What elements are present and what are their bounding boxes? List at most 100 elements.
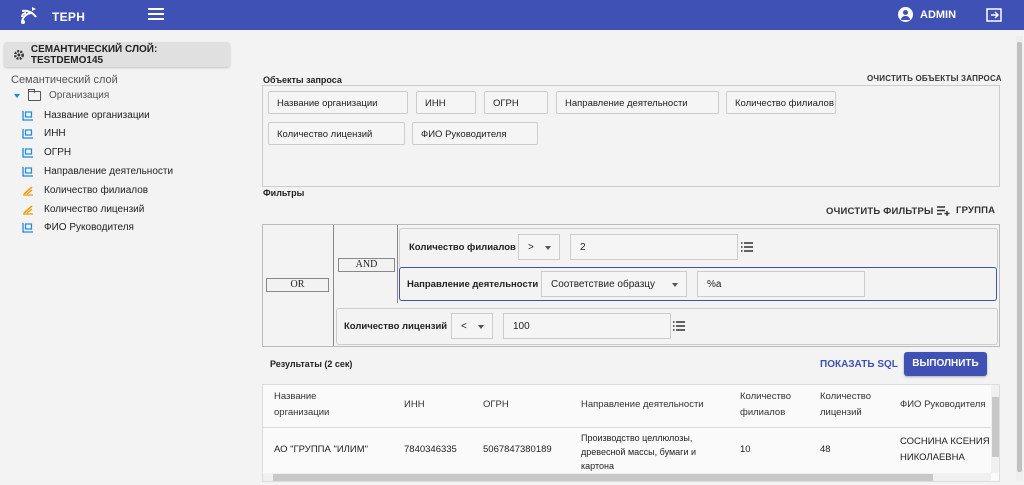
operator-select[interactable]: Соответствие образцу [541,271,687,297]
tree-item-activity[interactable]: Направление деятельности [22,166,173,177]
operator-value: > [528,242,534,253]
results-table: Название организации ИНН ОГРН Направлени… [262,384,1000,482]
filters-title: Фильтры [263,188,305,198]
or-operator[interactable]: OR [266,278,329,292]
account-icon [898,7,913,22]
gear-icon [13,49,24,60]
tree-item-label: ОГРН [44,147,72,158]
column-header[interactable]: ОГРН [483,397,509,413]
object-chip[interactable]: Количество лицензий [268,122,405,145]
run-button[interactable]: ВЫПОЛНИТЬ [904,352,987,376]
filter-field: Количество филиалов [409,242,516,253]
dropdown-arrow-icon [545,246,551,250]
tree-title: Семантический слой [11,74,118,86]
table-cell: 5067847380189 [483,444,552,455]
operator-select[interactable]: > [518,234,560,260]
filter-value-input[interactable]: 100 [503,313,671,339]
object-chip[interactable]: Название организации [268,91,408,114]
object-chip[interactable]: ФИО Руководителя [412,122,538,145]
column-header[interactable]: Направление деятельности [581,397,704,413]
clear-filters-button[interactable]: ОЧИСТИТЬ ФИЛЬТРЫ [826,206,934,217]
filters-area: OR AND Количество филиалов > 2 Направлен… [262,224,1000,347]
tree-root-item[interactable]: Организация [14,88,110,101]
clear-objects-button[interactable]: ОЧИСТИТЬ ОБЪЕКТЫ ЗАПРОСА [867,74,1002,83]
objects-title: Объекты запроса [263,75,342,85]
tree-item-org-name[interactable]: Название организации [22,110,150,121]
dimension-icon [22,223,33,233]
filter-value-input[interactable]: %а [697,271,865,297]
semantic-layer-button[interactable]: СЕМАНТИЧЕСКИЙ СЛОЙ: TESTDEMO145 [4,42,230,67]
column-header[interactable]: Название организации [274,389,364,421]
tree-root-label: Организация [49,90,110,101]
row-divider [263,427,993,428]
column-header[interactable]: Количество лицензий [820,389,885,421]
table-vertical-scrollbar[interactable] [991,385,999,473]
table-cell: СОСНИНА КСЕНИЯ НИКОЛАЕВНА [900,436,990,463]
add-group-label: ГРУППА [956,205,996,216]
hamburger-icon[interactable] [148,8,164,22]
measure-icon [23,205,33,215]
table-cell: 7840346335 [404,444,457,455]
tree-item-label: ИНН [44,128,66,139]
dimension-icon [22,148,33,158]
tree-item-label: Название организации [44,110,150,121]
measure-icon [23,186,33,196]
object-chip[interactable]: ИНН [416,91,476,114]
filter-field: Количество лицензий [344,321,448,332]
brand-name: ТЕРН [52,10,86,24]
tree-item-licenses[interactable]: Количество лицензий [22,204,144,215]
group-divider [333,225,334,346]
tree-item-label: Количество филиалов [44,185,149,196]
tree-item-label: Количество лицензий [44,204,145,215]
list-icon[interactable] [741,242,753,252]
tree-item-director[interactable]: ФИО Руководителя [22,222,134,233]
filter-row: Количество лицензий < 100 [336,308,998,345]
scroll-thumb[interactable] [273,474,933,481]
object-chip[interactable]: Количество филиалов [726,91,836,114]
table-cell: АО "ГРУППА "ИЛИМ" [274,444,369,455]
top-app-bar: ТЕРН ADMIN [0,0,1024,30]
tree-item-label: Направление деятельности [44,166,174,177]
scroll-thumb[interactable] [992,397,999,457]
tree-item-label: ФИО Руководителя [44,222,134,233]
object-chip[interactable]: ОГРН [484,91,548,114]
dimension-icon [22,129,33,139]
playlist-add-icon [937,205,950,216]
tree-item-branches[interactable]: Количество филиалов [22,185,148,196]
operator-value: Соответствие образцу [551,279,656,290]
show-sql-button[interactable]: ПОКАЗАТЬ SQL [820,359,898,370]
expand-caret-icon[interactable] [14,93,20,98]
operator-value: < [461,321,467,332]
filter-row-active: Направление деятельности Соответствие об… [399,267,997,301]
filter-field: Направление деятельности [407,279,539,290]
column-header[interactable]: Количество филиалов [740,389,805,421]
tree-item-inn[interactable]: ИНН [22,128,66,139]
column-header[interactable]: ФИО Руководителя [900,397,985,413]
table-cell: 48 [820,444,831,455]
logo-icon [21,7,37,24]
user-menu[interactable]: ADMIN [898,7,956,22]
filter-value-input[interactable]: 2 [570,234,738,260]
folder-icon [28,88,41,101]
table-cell: 10 [740,444,751,455]
dropdown-arrow-icon [478,325,484,329]
object-chip[interactable]: Направление деятельности [556,91,719,114]
group-divider [397,225,398,303]
and-operator[interactable]: AND [338,258,395,272]
user-name: ADMIN [920,8,957,21]
list-icon[interactable] [673,321,685,331]
scroll-thumb[interactable] [1017,42,1022,472]
dimension-icon [22,167,33,177]
table-cell: Производство целлюлозы, древесной массы,… [581,433,697,471]
page-scrollbar[interactable] [1016,36,1023,481]
results-label: Результаты (2 сек) [270,359,353,369]
logout-icon[interactable] [986,8,1002,22]
query-objects-area[interactable]: Название организации ИНН ОГРН Направлени… [262,85,1000,187]
column-header[interactable]: ИНН [404,397,425,413]
table-horizontal-scrollbar[interactable] [263,473,991,481]
operator-select[interactable]: < [451,313,493,339]
tree-item-ogrn[interactable]: ОГРН [22,147,71,158]
sidebar: СЕМАНТИЧЕСКИЙ СЛОЙ: TESTDEMO145 Семантич… [0,30,252,485]
add-group-button[interactable]: ГРУППА [937,205,995,216]
dimension-icon [22,111,33,121]
